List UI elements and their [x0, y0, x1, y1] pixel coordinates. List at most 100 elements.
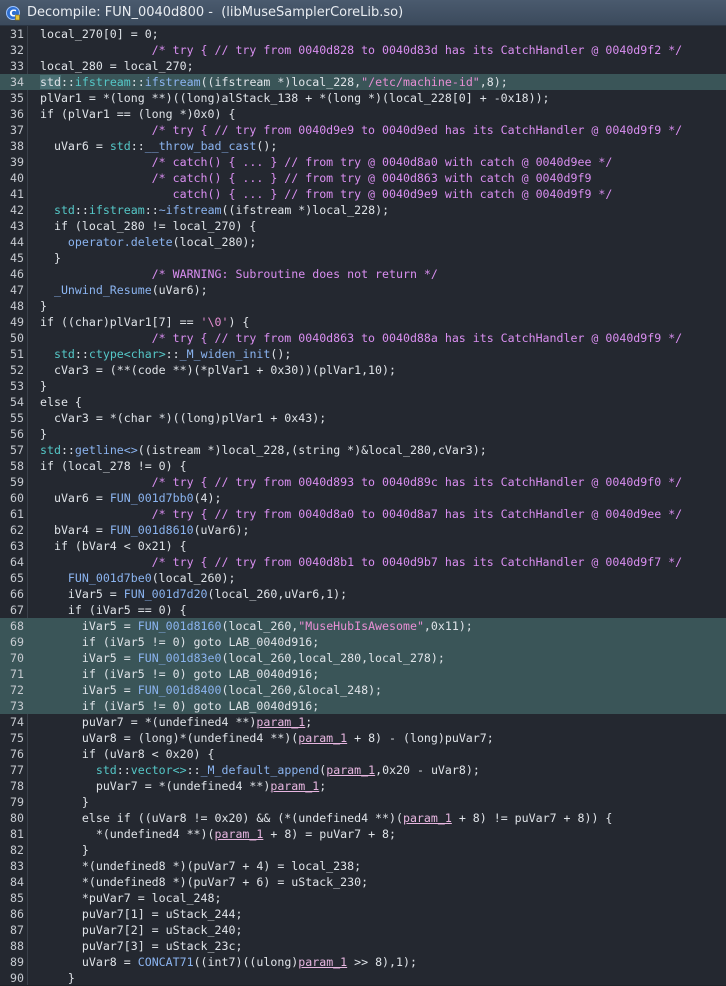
code-line[interactable]: 89 uVar8 = CONCAT71((int7)((ulong)param_… [0, 954, 726, 970]
code-line[interactable]: 85 *puVar7 = local_248; [0, 890, 726, 906]
code-text[interactable]: } [40, 426, 47, 442]
code-text[interactable]: /* catch() { ... } // from try @ 0040d86… [40, 170, 592, 186]
code-line[interactable]: 64 /* try { // try from 0040d8b1 to 0040… [0, 554, 726, 570]
code-line[interactable]: 61 /* try { // try from 0040d8a0 to 0040… [0, 506, 726, 522]
code-text[interactable]: operator.delete(local_280); [40, 234, 256, 250]
code-line[interactable]: 62 bVar4 = FUN_001d8610(uVar6); [0, 522, 726, 538]
code-token[interactable]: else if ((uVar8 != 0x20) && (*(undefined… [40, 811, 403, 825]
code-token[interactable]: /* try { // try from 0040d8b1 to 0040d9b… [40, 555, 683, 569]
code-token[interactable]: puVar7[3] = uStack_23c; [40, 939, 243, 953]
code-token[interactable]: } [40, 251, 61, 265]
code-token[interactable]: (); [256, 139, 277, 153]
code-token[interactable]: uVar6 = [40, 491, 110, 505]
code-token[interactable]: iVar5 = [40, 587, 124, 601]
code-token[interactable]: (local_260,local_280,local_278); [222, 651, 445, 665]
code-token[interactable]: ; [305, 715, 312, 729]
code-token[interactable] [40, 571, 68, 585]
code-text[interactable]: puVar7[2] = uStack_240; [40, 922, 243, 938]
code-token[interactable]: :: [131, 139, 145, 153]
code-line[interactable]: 50 /* try { // try from 0040d863 to 0040… [0, 330, 726, 346]
code-text[interactable]: if (iVar5 != 0) goto LAB_0040d916; [40, 634, 319, 650]
code-token[interactable]: (local_260,&local_248); [222, 683, 383, 697]
code-line[interactable]: 41 catch() { ... } // from try @ 0040d9e… [0, 186, 726, 202]
code-token[interactable]: ; [319, 779, 326, 793]
code-line[interactable]: 65 FUN_001d7be0(local_260); [0, 570, 726, 586]
code-token[interactable]: __throw_bad_cast [145, 139, 257, 153]
code-text[interactable]: local_270[0] = 0; [40, 26, 159, 42]
code-line[interactable]: 46 /* WARNING: Subroutine does not retur… [0, 266, 726, 282]
code-line[interactable]: 37 /* try { // try from 0040d9e9 to 0040… [0, 122, 726, 138]
code-line[interactable]: 53} [0, 378, 726, 394]
code-line[interactable]: 81 *(undefined4 **)(param_1 + 8) = puVar… [0, 826, 726, 842]
code-token[interactable]: + 8) != puVar7 + 8)) { [452, 811, 613, 825]
code-token[interactable]: } [40, 795, 89, 809]
code-text[interactable]: std::ctype<char>::_M_widen_init(); [40, 346, 291, 362]
code-text[interactable]: FUN_001d7be0(local_260); [40, 570, 236, 586]
code-token[interactable]: ((ifstream *)local_228, [201, 75, 362, 89]
code-token[interactable]: (4); [194, 491, 222, 505]
code-token[interactable]: _M_widen_init [180, 347, 271, 361]
code-line[interactable]: 56} [0, 426, 726, 442]
code-text[interactable]: if (local_280 != local_270) { [40, 218, 256, 234]
code-text[interactable]: } [40, 842, 89, 858]
code-token[interactable]: /* try { // try from 0040d863 to 0040d88… [40, 331, 683, 345]
code-line[interactable]: 44 operator.delete(local_280); [0, 234, 726, 250]
code-token[interactable]: iVar5 = [40, 683, 138, 697]
code-token[interactable]: param_1 [298, 731, 347, 745]
code-token[interactable]: param_1 [215, 827, 264, 841]
code-token[interactable]: ctype<char> [89, 347, 166, 361]
code-token[interactable]: FUN_001d7d20 [124, 587, 208, 601]
code-token[interactable]: *(undefined4 **)( [40, 827, 215, 841]
code-line[interactable]: 52 cVar3 = (**(code **)(*plVar1 + 0x30))… [0, 362, 726, 378]
code-token[interactable]: } [40, 379, 47, 393]
code-text[interactable]: puVar7[3] = uStack_23c; [40, 938, 243, 954]
code-line[interactable]: 31 local_270[0] = 0; [0, 26, 726, 42]
code-line[interactable]: 36 if (plVar1 == (long *)0x0) { [0, 106, 726, 122]
code-token[interactable]: /* WARNING: Subroutine does not return *… [40, 267, 438, 281]
code-line[interactable]: 48} [0, 298, 726, 314]
code-text[interactable]: *(undefined8 *)(puVar7 + 6) = uStack_230… [40, 874, 368, 890]
code-token[interactable]: if (iVar5 != 0) goto LAB_0040d916; [40, 667, 319, 681]
code-text[interactable]: /* WARNING: Subroutine does not return *… [40, 266, 438, 282]
code-text[interactable]: if (iVar5 == 0) { [40, 602, 187, 618]
code-line[interactable]: 88 puVar7[3] = uStack_23c; [0, 938, 726, 954]
code-token[interactable]: uVar8 = [40, 955, 138, 969]
code-text[interactable]: std::ifstream::ifstream((ifstream *)loca… [40, 74, 508, 90]
code-token[interactable]: /* try { // try from 0040d828 to 0040d83… [40, 43, 683, 57]
code-token[interactable]: /* try { // try from 0040d893 to 0040d89… [40, 475, 683, 489]
code-token[interactable]: else { [40, 395, 82, 409]
decompiler-editor[interactable]: 31 local_270[0] = 0; 32 /* try { // try fr… [0, 26, 726, 985]
code-token[interactable]: std [40, 75, 61, 89]
code-token[interactable]: :: [117, 763, 131, 777]
code-line[interactable]: 72 iVar5 = FUN_001d8400(local_260,&local… [0, 682, 726, 698]
code-token[interactable]: operator.delete [68, 235, 173, 249]
code-text[interactable]: cVar3 = *(char *)((long)plVar1 + 0x43); [40, 410, 326, 426]
code-line[interactable]: 77 std::vector<>::_M_default_append(para… [0, 762, 726, 778]
code-text[interactable]: if (plVar1 == (long *)0x0) { [40, 106, 235, 122]
code-token[interactable]: if (bVar4 < 0x21) { [40, 539, 187, 553]
code-token[interactable]: param_1 [270, 779, 319, 793]
code-token[interactable]: FUN_001d83e0 [138, 651, 222, 665]
code-line[interactable]: 39 /* catch() { ... } // from try @ 0040… [0, 154, 726, 170]
code-token[interactable]: FUN_001d8400 [138, 683, 222, 697]
code-text[interactable]: uVar6 = std::__throw_bad_cast(); [40, 138, 277, 154]
code-text[interactable]: } [40, 970, 75, 986]
code-text[interactable]: /* try { // try from 0040d9e9 to 0040d9e… [40, 122, 683, 138]
code-text[interactable]: puVar7 = *(undefined4 **)param_1; [40, 714, 312, 730]
code-line[interactable]: 42 std::ifstream::~ifstream((ifstream *)… [0, 202, 726, 218]
code-text[interactable]: /* catch() { ... } // from try @ 0040d8a… [40, 154, 613, 170]
code-line[interactable]: 78 puVar7 = *(undefined4 **)param_1; [0, 778, 726, 794]
code-token[interactable]: FUN_001d8610 [110, 523, 194, 537]
code-line[interactable]: 74 puVar7 = *(undefined4 **)param_1; [0, 714, 726, 730]
code-token[interactable]: param_1 [256, 715, 305, 729]
code-line[interactable]: 80 else if ((uVar8 != 0x20) && (*(undefi… [0, 810, 726, 826]
code-token[interactable]: std [110, 139, 131, 153]
code-token[interactable]: "/etc/machine-id" [361, 75, 480, 89]
code-token[interactable] [40, 203, 54, 217]
code-text[interactable]: _Unwind_Resume(uVar6); [40, 282, 208, 298]
code-line[interactable]: 67 if (iVar5 == 0) { [0, 602, 726, 618]
code-token[interactable]: if (local_278 != 0) { [40, 459, 187, 473]
code-text[interactable]: uVar8 = (long)*(undefined4 **)(param_1 +… [40, 730, 494, 746]
code-line[interactable]: 86 puVar7[1] = uStack_244; [0, 906, 726, 922]
code-token[interactable]: CONCAT71 [138, 955, 194, 969]
